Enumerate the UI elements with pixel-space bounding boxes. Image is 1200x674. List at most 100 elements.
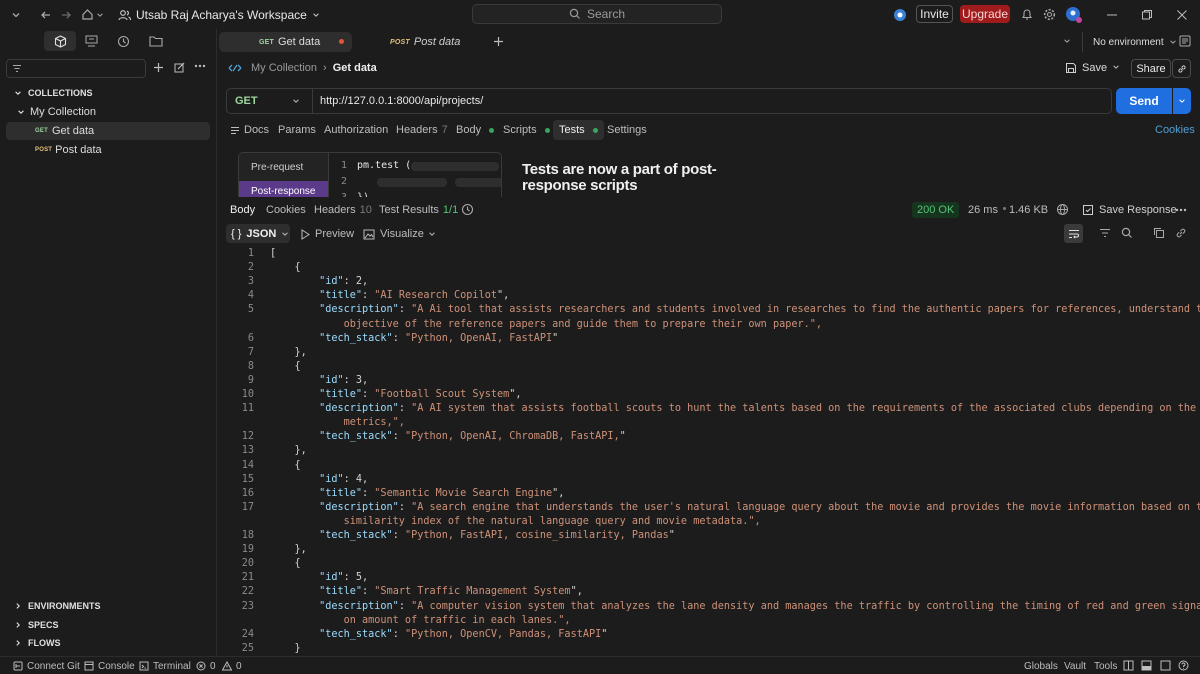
errors-indicator[interactable]: 0: [196, 659, 216, 673]
invite-button[interactable]: Invite: [916, 5, 953, 23]
response-tab-test-results[interactable]: Test Results 1/1: [379, 200, 458, 220]
format-select[interactable]: { } JSON: [226, 224, 290, 243]
response-size[interactable]: 1.46 KB: [1009, 200, 1048, 220]
tab-authorization[interactable]: Authorization: [324, 120, 388, 140]
connect-git-button[interactable]: Connect Git: [13, 659, 80, 673]
script-editor[interactable]: 1 2 3 pm.test ( }): [329, 153, 501, 197]
chevron-down-icon[interactable]: [1063, 37, 1071, 45]
filter-input[interactable]: [6, 59, 146, 78]
layout-full-icon[interactable]: [1160, 660, 1171, 671]
response-tab-cookies[interactable]: Cookies: [266, 200, 306, 220]
line-number: 20: [241, 558, 254, 570]
terminal-button[interactable]: Terminal: [139, 659, 191, 673]
new-item-icon[interactable]: [174, 62, 185, 73]
tools-link[interactable]: Tools: [1094, 659, 1117, 673]
link-icon[interactable]: [1175, 227, 1187, 239]
sidebar-item-get-data[interactable]: GET Get data: [6, 122, 210, 140]
upgrade-button[interactable]: Upgrade: [960, 5, 1010, 23]
breadcrumb-request[interactable]: Get data: [333, 62, 377, 74]
tab-post-data[interactable]: POST Post data: [379, 32, 489, 52]
tab-get-data[interactable]: GET Get data: [219, 32, 352, 52]
flows-heading[interactable]: FLOWS: [14, 636, 61, 650]
save-button[interactable]: Save: [1065, 59, 1107, 77]
tab-settings[interactable]: Settings: [607, 120, 647, 140]
response-time[interactable]: 26 ms: [968, 200, 998, 220]
chevron-down-icon[interactable]: [11, 0, 21, 29]
method-select[interactable]: GET: [227, 89, 313, 113]
globe-icon[interactable]: [1056, 203, 1069, 216]
code-text: "id": 2,: [319, 276, 369, 288]
collections-nav-button[interactable]: [44, 31, 76, 51]
send-options-button[interactable]: [1173, 88, 1191, 114]
chevron-down-icon[interactable]: [1112, 63, 1120, 71]
filter-icon[interactable]: [1099, 228, 1111, 238]
copy-icon[interactable]: [1153, 227, 1165, 239]
globals-link[interactable]: Globals: [1024, 659, 1058, 673]
vault-link[interactable]: Vault: [1064, 659, 1086, 673]
warnings-indicator[interactable]: 0: [222, 659, 242, 673]
tab-tests[interactable]: Tests: [553, 120, 604, 140]
layout-bottom-icon[interactable]: [1141, 660, 1152, 671]
history-icon[interactable]: [461, 203, 474, 216]
visualize-button[interactable]: Visualize: [363, 224, 424, 244]
environment-icon[interactable]: [85, 35, 98, 47]
folder-icon[interactable]: [149, 35, 163, 47]
share-button[interactable]: Share: [1131, 59, 1171, 78]
search-icon[interactable]: [1121, 227, 1133, 239]
sidebar-item-post-data[interactable]: POST Post data: [6, 141, 210, 159]
pre-request-item[interactable]: Pre-request: [239, 158, 328, 176]
code-text: "tech_stack": "Python, OpenAI, ChromaDB,…: [319, 431, 626, 443]
workspace-switcher[interactable]: Utsab Raj Acharya's Workspace: [118, 6, 320, 23]
environments-heading[interactable]: ENVIRONMENTS: [14, 599, 101, 613]
avatar[interactable]: [1065, 0, 1083, 29]
more-options-icon[interactable]: [1175, 208, 1187, 212]
copy-link-button[interactable]: [1172, 59, 1191, 78]
preview-button[interactable]: Preview: [300, 224, 354, 244]
new-tab-plus-icon[interactable]: [493, 36, 504, 47]
tab-scripts[interactable]: Scripts: [503, 120, 550, 140]
code-line: 2 {: [217, 261, 1200, 275]
specs-heading[interactable]: SPECS: [14, 618, 59, 632]
more-options-icon[interactable]: [194, 64, 206, 68]
collection-my-collection[interactable]: My Collection: [6, 103, 210, 121]
sync-status-icon[interactable]: [893, 0, 907, 29]
response-tab-headers[interactable]: Headers 10: [314, 200, 372, 220]
line-number: 13: [241, 445, 254, 457]
home-icon[interactable]: [81, 0, 94, 29]
gear-icon[interactable]: [1043, 0, 1056, 29]
bell-icon[interactable]: [1021, 0, 1033, 29]
back-arrow-icon[interactable]: [40, 0, 52, 29]
layout-split-icon[interactable]: [1123, 660, 1134, 671]
post-response-item[interactable]: Post-response: [239, 181, 328, 197]
status-badge[interactable]: 200 OK: [912, 202, 960, 218]
breadcrumb-collection[interactable]: My Collection: [251, 62, 317, 74]
environment-quick-look-icon[interactable]: [1179, 35, 1191, 47]
plus-icon[interactable]: [153, 62, 164, 73]
tab-label: Cookies: [266, 204, 306, 216]
code-text: "id": 3,: [319, 374, 369, 386]
tab-docs[interactable]: Docs: [230, 120, 269, 140]
response-tab-body[interactable]: Body: [230, 200, 255, 220]
chevron-down-icon[interactable]: [428, 230, 436, 238]
save-response-button[interactable]: Save Response: [1082, 200, 1177, 220]
chevron-down-icon[interactable]: [96, 0, 104, 29]
close-icon[interactable]: [1176, 0, 1188, 29]
wrap-lines-button[interactable]: [1064, 224, 1083, 243]
url-input[interactable]: http://127.0.0.1:8000/api/projects/: [320, 89, 483, 113]
history-icon[interactable]: [117, 35, 130, 48]
send-button[interactable]: Send: [1116, 88, 1172, 114]
tab-headers[interactable]: Headers 7: [396, 120, 448, 140]
response-body-editor[interactable]: 1[2 {3 "id": 2, 4 "title": "AI Research C…: [217, 245, 1200, 656]
cookies-link[interactable]: Cookies: [1155, 120, 1195, 140]
help-icon[interactable]: [1178, 660, 1189, 671]
script-type-list: Pre-request Post-response: [239, 153, 329, 197]
tab-body[interactable]: Body: [456, 120, 495, 140]
environment-selector[interactable]: No environment: [1082, 32, 1177, 52]
forward-arrow-icon[interactable]: [60, 0, 72, 29]
collections-heading[interactable]: COLLECTIONS: [14, 86, 93, 100]
restore-icon[interactable]: [1141, 0, 1153, 29]
search-input[interactable]: Search: [472, 4, 722, 24]
tab-params[interactable]: Params: [278, 120, 316, 140]
console-button[interactable]: Console: [84, 659, 135, 673]
minimize-icon[interactable]: [1106, 0, 1118, 29]
